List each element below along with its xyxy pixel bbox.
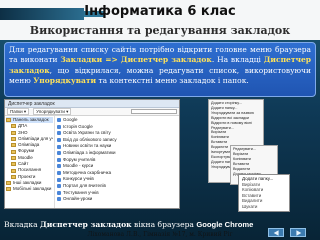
page-icon [57, 190, 61, 195]
page-icon [57, 197, 61, 202]
page-icon [57, 124, 61, 129]
bookmark-item[interactable]: Історія Google [57, 124, 177, 131]
bookmark-label: Вхід до облікового запису [63, 136, 117, 142]
folder-icon [11, 174, 16, 179]
bookmark-item[interactable]: Олімпіада з інформатики [57, 150, 177, 157]
folder-icon [11, 162, 16, 167]
page-icon [57, 164, 61, 169]
caption-bold: Диспетчер закладок [40, 220, 132, 229]
bookmark-list: Google Історія Google Освіта України та св… [55, 116, 179, 208]
bookmark-label: Методична скарбничка [63, 169, 112, 175]
bookmark-label: Moodle - курси [63, 163, 94, 169]
info-text: . На вкладці [211, 55, 264, 65]
page-icon [57, 131, 61, 136]
prev-slide-button[interactable] [268, 228, 284, 237]
caption: Вкладка Диспетчер закладок вікна браузер… [4, 220, 264, 229]
bookmark-item[interactable]: Тестування учнів [57, 190, 177, 197]
triangle-left-icon [273, 229, 279, 236]
page-icon [57, 138, 61, 143]
folder-icon [6, 118, 11, 123]
window-title: Диспетчер закладок [5, 100, 179, 108]
folder-icon [11, 149, 16, 154]
folder-icon [11, 124, 16, 129]
info-highlight: Упорядкувати [33, 75, 97, 85]
bookmark-item[interactable]: Moodle - курси [57, 163, 177, 170]
menu-item[interactable]: Упорядкувати за назвою [211, 111, 261, 116]
bookmark-item[interactable]: Конкурси учнів [57, 176, 177, 183]
folder-icon [6, 181, 11, 186]
bookmark-item[interactable]: Форум учителів [57, 157, 177, 164]
window-body: Панель закладокДПАЗНООлімпіади для учнів… [5, 116, 179, 208]
folder-label: Мобільні закладки [13, 186, 52, 192]
caption-prefix: Вкладка [4, 220, 41, 229]
triangle-right-icon [295, 229, 301, 236]
caption-middle: вікна браузера [131, 220, 197, 229]
bookmark-label: Тестування учнів [63, 189, 99, 195]
folder-tree: Панель закладокДПАЗНООлімпіади для учнів… [5, 116, 55, 208]
course-title: Інформатика 6 клас [84, 4, 236, 19]
info-box: Для редагування списку сайтів потрібно в… [4, 42, 316, 97]
folder-icon [11, 143, 16, 148]
bookmark-item[interactable]: Освіта України та світу [57, 130, 177, 137]
bookmark-label: Форум учителів [63, 156, 96, 162]
bookmark-item[interactable]: Методична скарбничка [57, 170, 177, 177]
bookmark-item[interactable]: Портал для вчителів [57, 183, 177, 190]
folders-menu[interactable]: Папки ▾ [7, 108, 30, 115]
bookmark-label: Портал для вчителів [63, 182, 106, 188]
page-icon [57, 171, 61, 176]
next-slide-button[interactable] [290, 228, 306, 237]
context-menu-folder: Додати папку... Вирізати Копіювати Вставити… [238, 174, 290, 212]
bookmark-item[interactable]: Вхід до облікового запису [57, 137, 177, 144]
page-icon [57, 118, 61, 123]
menu-item[interactable]: Шукати [242, 204, 286, 210]
bookmark-manager-window: Диспетчер закладок Папки ▾ Упорядкувати … [4, 99, 180, 209]
folder-icon [11, 168, 16, 173]
page-icon [57, 144, 61, 149]
bookmark-label: Освіта України та світу [63, 130, 111, 136]
page-icon [57, 151, 61, 156]
info-text: та контекстні меню закладок і папок. [96, 75, 249, 85]
page-icon [57, 184, 61, 189]
window-toolbar: Папки ▾ Упорядкувати ▾ [5, 108, 179, 116]
bookmark-item[interactable]: Новини освіти та науки [57, 143, 177, 150]
bookmark-label: Олімпіада з інформатики [63, 149, 116, 155]
search-input[interactable] [131, 109, 177, 114]
bookmark-label: Google [63, 117, 78, 122]
page-icon [57, 157, 61, 162]
bookmark-item[interactable]: Google [57, 117, 177, 124]
page-icon [57, 177, 61, 182]
organize-menu[interactable]: Упорядкувати ▾ [33, 108, 72, 115]
folder-icon [11, 130, 16, 135]
bookmark-label: Конкурси учнів [63, 176, 94, 182]
bookmark-label: Історія Google [63, 123, 93, 129]
bookmark-label: Новини освіти та науки [63, 143, 112, 149]
folder-item[interactable]: Панель закладок [6, 117, 53, 124]
bookmark-label: Онлайн-уроки [63, 196, 93, 202]
info-highlight: Закладки => Диспетчер закладок [60, 55, 212, 65]
folder-item[interactable]: Мобільні закладки [6, 186, 53, 192]
folder-icon [11, 137, 16, 142]
folder-icon [6, 187, 11, 192]
bookmark-item[interactable]: Онлайн-уроки [57, 196, 177, 203]
caption-browser: Google Chrome [196, 220, 254, 229]
slide-title: Використання та редагування закладок [29, 24, 291, 37]
folder-icon [11, 155, 16, 160]
